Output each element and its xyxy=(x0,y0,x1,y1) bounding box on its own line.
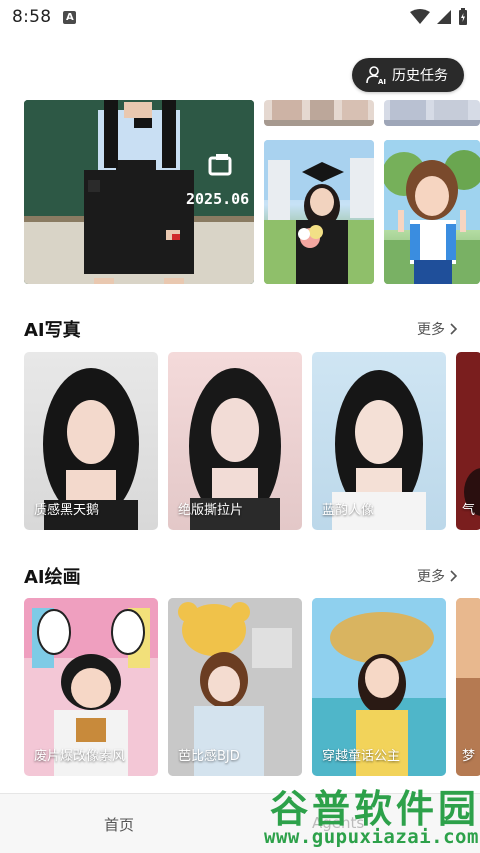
banner-date-text: 2025.06 xyxy=(186,190,250,208)
banner-tile-top-1[interactable] xyxy=(264,100,374,126)
watermark-url: www.gupuxiazai.com xyxy=(264,826,479,848)
cheer-girl-art xyxy=(384,140,480,284)
watermark-title: 谷普软件园 xyxy=(270,787,480,831)
status-time: 8:58 xyxy=(12,7,52,27)
signal-icon xyxy=(437,10,451,24)
notification-a-icon: A xyxy=(63,10,77,24)
portrait-card-1-label: 质感黑天鹅 xyxy=(34,503,100,518)
banner-tile-top-2[interactable] xyxy=(384,100,480,126)
banner-cheer-girl[interactable] xyxy=(384,140,480,284)
svg-text:AI: AI xyxy=(378,78,386,85)
portrait-card-2[interactable]: 绝版撕拉片 xyxy=(168,352,302,530)
banner-tile-top-1-art xyxy=(264,100,374,126)
banner-tile-top-2-art xyxy=(384,100,480,126)
chevron-right-icon xyxy=(450,323,458,335)
status-bar: 8:58 A xyxy=(0,0,480,34)
status-icons xyxy=(410,8,468,26)
site-watermark: 谷普软件园 www.gupuxiazai.com xyxy=(262,778,480,853)
portrait-card-4-label: 气 xyxy=(462,503,476,518)
user-ai-icon: AI xyxy=(366,66,386,85)
drawing-card-2[interactable]: 芭比感BJD xyxy=(168,598,302,776)
banner-graduation[interactable] xyxy=(264,140,374,284)
nav-home[interactable]: 首页 xyxy=(104,814,134,835)
history-tasks-label: 历史任务 xyxy=(392,68,448,84)
portrait-card-4[interactable]: 气 xyxy=(456,352,480,530)
drawing-card-1-label: 废片爆改像素风 xyxy=(34,749,126,764)
drawing-more-label: 更多 xyxy=(417,569,445,585)
portrait-card-2-label: 绝版撕拉片 xyxy=(178,503,244,518)
drawing-card-4[interactable]: 梦 xyxy=(456,598,480,776)
drawing-card-3-label: 穿越童话公主 xyxy=(322,749,401,764)
section-title-drawing: AI绘画 xyxy=(24,567,81,588)
portrait-card-3-label: 蓝韵人像 xyxy=(322,503,375,518)
portrait-more-label: 更多 xyxy=(417,322,445,338)
graduation-art xyxy=(264,140,374,284)
portrait-more-link[interactable]: 更多 xyxy=(417,319,458,339)
wifi-icon xyxy=(410,9,430,24)
drawing-card-1[interactable]: 废片爆改像素风 xyxy=(24,598,158,776)
drawing-card-4-label: 梦 xyxy=(462,749,476,764)
section-title-portrait: AI写真 xyxy=(24,320,81,341)
portrait-card-1[interactable]: 质感黑天鹅 xyxy=(24,352,158,530)
history-tasks-button[interactable]: AI 历史任务 xyxy=(352,58,464,92)
drawing-card-2-label: 芭比感BJD xyxy=(178,749,240,764)
battery-icon xyxy=(459,8,467,25)
drawing-card-3[interactable]: 穿越童话公主 xyxy=(312,598,446,776)
chevron-right-icon xyxy=(450,570,458,582)
drawing-more-link[interactable]: 更多 xyxy=(417,566,458,586)
portrait-card-3[interactable]: 蓝韵人像 xyxy=(312,352,446,530)
